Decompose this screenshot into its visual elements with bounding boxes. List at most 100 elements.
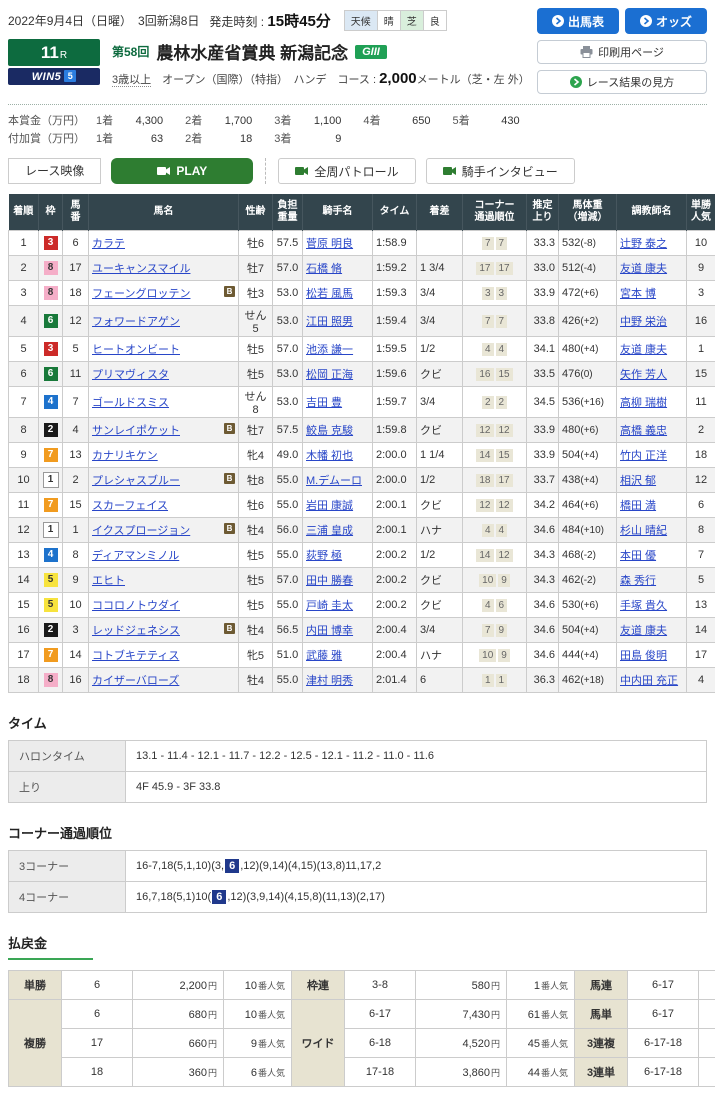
jockey-link[interactable]: 吉田 豊 (306, 397, 342, 409)
win-popularity: 11 (687, 387, 715, 418)
frame-badge: 7 (44, 498, 58, 512)
jockey-link[interactable]: 松岡 正海 (306, 369, 353, 381)
jockey-link[interactable]: 鮫島 克駿 (306, 425, 353, 437)
horse-link[interactable]: ヒートオンビート (92, 344, 180, 356)
last-3f-time: 33.3 (527, 231, 559, 256)
trainer-link[interactable]: 中内田 充正 (620, 675, 678, 687)
horse-link[interactable]: プリマヴィスタ (92, 369, 169, 381)
trainer-link[interactable]: 友道 康夫 (620, 625, 667, 637)
horse-name-cell: スカーフェイス (89, 493, 239, 518)
finish-position: 1 (9, 231, 39, 256)
payout-popularity: 6番人気 (224, 1058, 292, 1087)
horse-link[interactable]: フェーングロッテン (92, 288, 190, 300)
horse-link[interactable]: カラテ (92, 238, 125, 250)
margin: 1 1/4 (417, 443, 463, 468)
carried-weight: 51.0 (273, 643, 303, 668)
jockey-link[interactable]: 石橋 脩 (306, 263, 342, 275)
trainer-link[interactable]: 宮本 博 (620, 288, 656, 300)
column-header: 調教師名 (617, 194, 687, 231)
bet-type-label: ワイド (292, 1000, 345, 1087)
corner-positions: 1212 (463, 493, 527, 518)
column-header: 性齢 (239, 194, 273, 231)
horse-weight: 480(+6) (559, 418, 617, 443)
jockey-link[interactable]: 戸崎 圭太 (306, 600, 353, 612)
trainer-link[interactable]: 手塚 貴久 (620, 600, 667, 612)
carried-weight: 56.5 (273, 618, 303, 643)
entries-button[interactable]: 出馬表 (537, 8, 619, 34)
horse-link[interactable]: コトブキテティス (92, 650, 179, 662)
trainer-link[interactable]: 友道 康夫 (620, 344, 667, 356)
horse-link[interactable]: スカーフェイス (92, 500, 168, 512)
finish-position: 16 (9, 618, 39, 643)
payout-amount: 2,200円 (133, 971, 224, 1000)
horse-link[interactable]: ゴールドスミス (92, 397, 169, 409)
finish-time: 2:00.0 (373, 468, 417, 493)
arrow-circle-icon (640, 15, 652, 27)
horse-link[interactable]: ユーキャンスマイル (92, 263, 190, 275)
blinker-badge: B (224, 623, 235, 634)
jockey-link[interactable]: 松若 風馬 (306, 288, 353, 300)
prize-place: 3着 (274, 133, 291, 145)
result-row: 6611プリマヴィスタ牡553.0松岡 正海1:59.6クビ161533.547… (9, 362, 715, 387)
trainer-link[interactable]: 森 秀行 (620, 575, 656, 587)
howto-button[interactable]: レース結果の見方 (537, 70, 707, 94)
jockey-link[interactable]: 江田 照男 (306, 316, 353, 328)
carried-weight: 49.0 (273, 443, 303, 468)
trainer-link[interactable]: 友道 康夫 (620, 263, 667, 275)
course-label: コース : (337, 74, 379, 86)
corner-positions: 1817 (463, 468, 527, 493)
bet-combination: 6-17-18 (628, 1029, 699, 1058)
horse-link[interactable]: フォワードアゲン (92, 316, 180, 328)
jockey-link[interactable]: 岩田 康誠 (306, 500, 353, 512)
bet-combination: 6-17 (345, 1000, 416, 1029)
jockey-link[interactable]: 三浦 皇成 (306, 525, 353, 537)
margin: クビ (417, 362, 463, 387)
prize-amount: 4,300 (119, 113, 163, 131)
horse-link[interactable]: イクスプロージョン (92, 525, 190, 537)
play-button[interactable]: PLAY (111, 158, 253, 184)
print-button[interactable]: 印刷用ページ (537, 40, 707, 64)
last-furlongs: 4F 45.9 - 3F 33.8 (126, 772, 707, 803)
win-popularity: 9 (687, 256, 715, 281)
horse-link[interactable]: カナリキケン (92, 450, 158, 462)
trainer-link[interactable]: 高橋 義忠 (620, 425, 667, 437)
corner-section-title: コーナー通過順位 (8, 823, 707, 842)
trainer-cell: 杉山 晴紀 (617, 518, 687, 543)
horse-number: 3 (63, 618, 89, 643)
jockey-link[interactable]: 池添 謙一 (306, 344, 353, 356)
odds-button[interactable]: オッズ (625, 8, 707, 34)
horse-link[interactable]: カイザーバローズ (92, 675, 179, 687)
trainer-link[interactable]: 辻野 泰之 (620, 238, 667, 250)
horse-link[interactable]: サンレイポケット (92, 425, 180, 437)
trainer-link[interactable]: 橋田 満 (620, 500, 656, 512)
horse-link[interactable]: レッドジェネシス (92, 625, 180, 637)
jockey-link[interactable]: 荻野 極 (306, 550, 342, 562)
patrol-video-button[interactable]: 全周パトロール (278, 158, 415, 184)
horse-link[interactable]: ココロノトウダイ (92, 600, 180, 612)
last-3f-time: 34.6 (527, 643, 559, 668)
jockey-link[interactable]: 田中 勝春 (306, 575, 353, 587)
jockey-link[interactable]: M.デムーロ (306, 475, 362, 487)
jockey-cell: 吉田 豊 (303, 387, 373, 418)
trainer-link[interactable]: 本田 優 (620, 550, 656, 562)
trainer-link[interactable]: 竹内 正洋 (620, 450, 667, 462)
trainer-link[interactable]: 相沢 郁 (620, 475, 656, 487)
trainer-link[interactable]: 田島 俊明 (620, 650, 667, 662)
trainer-link[interactable]: 矢作 芳人 (620, 369, 667, 381)
race-number: 11 (41, 43, 59, 62)
jockey-link[interactable]: 津村 明秀 (306, 675, 353, 687)
jockey-link[interactable]: 武藤 雅 (306, 650, 342, 662)
finish-position: 8 (9, 418, 39, 443)
jockey-cell: 戸崎 圭太 (303, 593, 373, 618)
jockey-link[interactable]: 内田 博幸 (306, 625, 353, 637)
jockey-link[interactable]: 菅原 明良 (306, 238, 353, 250)
frame-number: 2 (39, 418, 63, 443)
jockey-interview-button[interactable]: 騎手インタビュー (426, 158, 575, 184)
horse-link[interactable]: プレシャスブルー (92, 475, 180, 487)
trainer-link[interactable]: 中野 栄治 (620, 316, 667, 328)
jockey-link[interactable]: 木幡 初也 (306, 450, 353, 462)
trainer-link[interactable]: 杉山 晴紀 (620, 525, 667, 537)
horse-link[interactable]: ディアマンミノル (92, 550, 179, 562)
horse-link[interactable]: エヒト (92, 575, 125, 587)
trainer-link[interactable]: 高柳 瑞樹 (620, 397, 667, 409)
